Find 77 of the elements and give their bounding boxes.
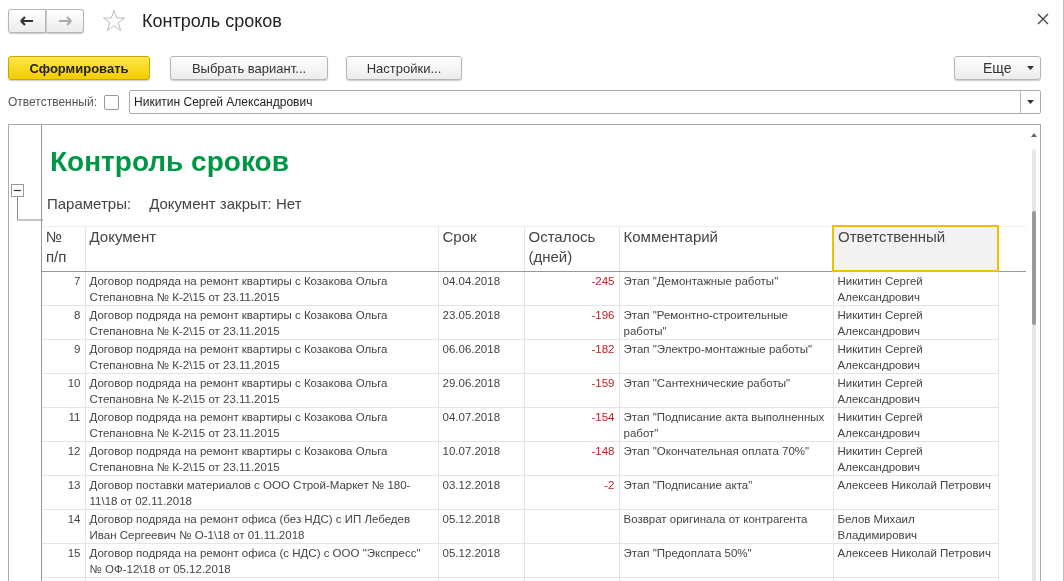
table-cell: Этап "Подписание акта выполненных работ" — [623, 411, 825, 439]
table-cell: Никитин Сергей Александрович — [837, 309, 923, 337]
table-cell: 04.07.2018 — [442, 411, 501, 423]
more-button[interactable]: Еще — [954, 56, 1041, 80]
table-cell: -182 — [591, 343, 615, 355]
group-tree-drawing[interactable] — [11, 184, 43, 221]
generate-button[interactable]: Сформировать — [8, 56, 150, 80]
table-cell: Этап "Подписание акта" — [623, 479, 753, 491]
row-number: 9 — [74, 343, 81, 355]
table-cell: Этап "Предоплата 50%" — [623, 547, 752, 559]
toolbar-button[interactable]: Выбрать вариант... — [170, 56, 328, 80]
dropdown-icon[interactable] — [1027, 100, 1034, 104]
table-cell: -245 — [591, 274, 615, 287]
report-title: Контроль сроков — [49, 145, 290, 179]
table-cell: Договор подряда на ремонт квартиры с Козакова Ольга Степановна № К-2\15 от 23.11.2015 — [89, 445, 388, 473]
table-cell: Договор подряда на ремонт офиса (без НДС) с ИП Лебедев Иван Сергеевич № О-1\18 от 01.11.2018 — [89, 513, 411, 541]
column-header[interactable]: Документ — [85, 226, 438, 271]
table-cell: Никитин Сергей Александрович — [837, 411, 923, 439]
table-cell: 23.05.2018 — [442, 309, 501, 321]
column-header[interactable]: Ответственный — [833, 226, 998, 271]
table-cell: Белов Михаил Владимирович — [837, 513, 918, 541]
table-cell: Алексеев Николай Петрович — [837, 547, 991, 559]
close-icon[interactable] — [1037, 13, 1049, 25]
row-number: 13 — [67, 479, 81, 491]
table-cell: 05.12.2018 — [442, 513, 501, 525]
row-number: 11 — [68, 411, 81, 423]
filter-label: Ответственный: — [8, 95, 98, 109]
back-arrow-icon — [20, 16, 34, 26]
row-number: 15 — [67, 547, 81, 559]
table-cell: Никитин Сергей Александрович — [837, 445, 923, 473]
table-cell: Этап "Ремонтно-строительные работы" — [623, 309, 788, 337]
forward-arrow-icon — [58, 16, 72, 26]
table-cell: Этап "Окончательная оплата 70%" — [623, 445, 810, 457]
column-header[interactable]: Срок — [438, 226, 524, 271]
table-cell: Договор подряда на ремонт квартиры с Козакова Ольга Степановна № К-2\15 от 23.11.2015 — [89, 411, 388, 439]
column-header[interactable]: № п/п — [42, 226, 85, 271]
window-title: Контроль сроков — [142, 10, 282, 32]
table-cell: 04.04.2018 — [442, 274, 501, 287]
table-cell: Договор подряда на ремонт квартиры с Козакова Ольга Степановна № К-2\15 от 23.11.2015 — [89, 274, 388, 303]
back-button[interactable] — [8, 9, 46, 33]
table-cell: Никитин Сергей Александрович — [837, 343, 923, 371]
table-cell: -154 — [591, 411, 615, 423]
table-cell: Возврат оригинала от контрагента — [623, 513, 808, 525]
table-cell: 06.06.2018 — [442, 343, 501, 355]
table-cell: 29.06.2018 — [442, 377, 501, 389]
row-number: 7 — [74, 274, 81, 287]
table-cell: 03.12.2018 — [442, 479, 501, 491]
table-cell: 05.12.2018 — [442, 547, 501, 559]
table-cell: Договор подряда на ремонт квартиры с Козакова Ольга Степановна № К-2\15 от 23.11.2015 — [89, 343, 388, 371]
table-cell: -196 — [591, 309, 615, 321]
table-cell: -159 — [591, 377, 615, 389]
column-header[interactable]: Осталось (дней) — [524, 226, 619, 271]
table-cell: Никитин Сергей Александрович — [837, 377, 923, 405]
parameters-label: Параметры: — [47, 195, 132, 212]
table-cell: Этап "Сантехнические работы" — [623, 377, 791, 389]
table-cell: Договор поставки материалов с ООО Строй-Маркет № 180-11\18 от 02.11.2018 — [89, 479, 411, 507]
toolbar-button[interactable]: Настройки... — [346, 56, 462, 80]
table-cell: Алексеев Николай Петрович — [837, 479, 991, 491]
row-number: 10 — [67, 377, 81, 389]
row-number: 12 — [67, 445, 81, 457]
row-number: 14 — [67, 513, 81, 525]
table-cell: Этап "Демонтажные работы" — [623, 274, 779, 287]
column-header[interactable]: Комментарий — [619, 226, 833, 271]
table-cell: Никитин Сергей Александрович — [837, 275, 923, 303]
table-cell: -2 — [604, 479, 615, 491]
star-icon[interactable] — [102, 9, 126, 33]
filter-checkbox[interactable] — [104, 94, 120, 110]
table-cell: 10.07.2018 — [442, 445, 501, 457]
row-number: 8 — [74, 309, 81, 321]
table-cell: Этап "Электро-монтажные работы" — [623, 343, 813, 355]
table-cell: Договор подряда на ремонт квартиры с Козакова Ольга Степановна № К-2\15 от 23.11.2015 — [89, 377, 388, 405]
parameters-value: Документ закрыт: Нет — [149, 195, 302, 212]
table-cell: Договор подряда на ремонт офиса (с НДС) с ООО "Экспресс" № ОФ-12\18 от 05.12.2018 — [89, 547, 421, 575]
responsible-field[interactable]: Никитин Сергей Александрович — [129, 90, 1041, 114]
table-cell: Договор подряда на ремонт квартиры с Козакова Ольга Степановна № К-2\15 от 23.11.2015 — [89, 309, 388, 337]
table-cell: -148 — [591, 445, 615, 457]
caret-icon — [1027, 66, 1034, 70]
